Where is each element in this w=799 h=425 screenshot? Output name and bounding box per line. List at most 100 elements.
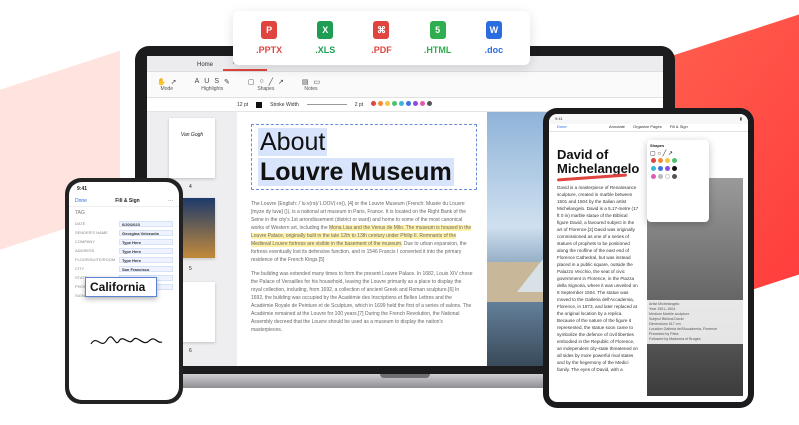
font-size-select[interactable]: 12 pt xyxy=(237,102,248,108)
ribbon-group-highlights[interactable]: A U S ✎ Highlights xyxy=(195,78,230,92)
format-label: .doc xyxy=(484,45,504,55)
tablet-body-text: David is a masterpiece of Renaissance sc… xyxy=(557,185,639,372)
title-textbox[interactable]: About Louvre Museum xyxy=(251,124,477,190)
tablet-time: 9:41 xyxy=(555,116,563,121)
doc-icon: W xyxy=(485,21,502,39)
line-icon[interactable]: ╱ xyxy=(269,78,273,86)
form-row: SENDER'S NAME Georgina Velezuela xyxy=(69,228,179,237)
title-line1: David of xyxy=(557,147,609,162)
arrow-icon[interactable]: ↗ xyxy=(278,78,284,86)
form-row: DATE 6/20/2023 xyxy=(69,219,179,228)
circle-icon[interactable]: ○ xyxy=(260,78,264,86)
phone-status-time: 9:41 xyxy=(77,186,88,192)
phone-tool[interactable]: TAG xyxy=(69,207,179,219)
ribbon-label-highlights: Highlights xyxy=(201,85,224,92)
format-doc[interactable]: W .doc xyxy=(469,21,519,55)
doc-title-line1: About xyxy=(258,128,328,156)
ribbon-group-mode[interactable]: ✋ ➚ Mode xyxy=(157,78,177,92)
comment-icon[interactable]: ▭ xyxy=(313,78,320,86)
tablet-doc-title: David of Michelangelo xyxy=(557,148,639,176)
form-field-input[interactable]: Type Here xyxy=(119,238,173,245)
form-field-label: ADDRESS xyxy=(75,248,95,253)
form-row: CITY San Francisco xyxy=(69,264,179,273)
tablet-screen: 9:41 ▮ Done Annotate Organize Pages Fill… xyxy=(549,114,748,402)
pen-icon[interactable]: ✎ xyxy=(224,78,230,86)
page-number: 4 xyxy=(189,184,192,190)
shape-colors[interactable] xyxy=(650,157,706,181)
form-field-input[interactable]: Type Here xyxy=(119,256,173,263)
more-icon[interactable]: ⋯ xyxy=(168,198,173,204)
ribbon-label-notes: Notes xyxy=(304,85,318,92)
form-field-input[interactable]: San Francisco xyxy=(119,265,173,272)
strikethrough-icon[interactable]: S xyxy=(214,78,219,86)
underline-icon[interactable]: U xyxy=(204,78,209,86)
format-label: .PDF xyxy=(371,45,392,55)
format-strip: P .PPTX X .XLS ⌘ .PDF 5 .HTML W .doc xyxy=(233,11,530,65)
tablet-tab-bar: Done Annotate Organize Pages Fill & Sign xyxy=(549,124,748,132)
form-field-label: COMPANY xyxy=(75,239,95,244)
infobox: Artist Michelangelo Year 1501–1504 Mediu… xyxy=(647,300,743,344)
phone-header: Done Fill & Sign ⋯ xyxy=(69,196,179,207)
ribbon: ✋ ➚ Mode A U S ✎ Highlights ▢ ○ ╱ ↗ Shapes ▤ ▭ N… xyxy=(147,72,663,98)
doc-title-line2: Louvre Museum xyxy=(258,158,454,186)
ribbon-group-notes[interactable]: ▤ ▭ Notes xyxy=(302,78,320,92)
tablet-tab-organize[interactable]: Organize Pages xyxy=(633,124,662,131)
shapes-panel[interactable]: Shapes ▢ ○ ╱ ↗ xyxy=(647,140,709,222)
ribbon-label-shapes: Shapes xyxy=(257,85,275,92)
ribbon-group-shapes[interactable]: ▢ ○ ╱ ↗ Shapes xyxy=(248,78,284,92)
shape-tools[interactable]: ▢ ○ ╱ ↗ xyxy=(650,150,706,157)
format-label: .XLS xyxy=(315,45,336,55)
tablet-status: 9:41 ▮ xyxy=(549,114,748,124)
format-label: .PPTX xyxy=(256,45,283,55)
form-field-label: SENDER'S NAME xyxy=(75,230,108,235)
cursor-icon[interactable]: ➚ xyxy=(171,78,177,86)
document-page: About Louvre Museum The Louvre (English:… xyxy=(237,112,487,366)
html-icon: 5 xyxy=(429,21,446,39)
laptop-notch xyxy=(380,374,430,378)
note-icon[interactable]: ▤ xyxy=(302,78,309,86)
pdf-icon: ⌘ xyxy=(373,21,390,39)
title-line2: Michelangelo xyxy=(557,161,640,176)
pptx-icon: P xyxy=(261,21,278,39)
color-swatch[interactable] xyxy=(256,101,263,108)
form-field-label: DATE xyxy=(75,221,86,226)
form-field-label: CITY xyxy=(75,266,85,271)
stroke-width-label: Stroke Width xyxy=(270,101,299,108)
page-thumbnail[interactable]: Van Gogh xyxy=(169,118,215,178)
format-xls[interactable]: X .XLS xyxy=(300,21,350,55)
hand-icon[interactable]: ✋ xyxy=(157,78,166,86)
done-button[interactable]: Done xyxy=(75,198,87,204)
ribbon-label-mode: Mode xyxy=(160,85,174,92)
color-palette[interactable] xyxy=(371,101,434,108)
format-pdf[interactable]: ⌘ .PDF xyxy=(356,21,406,55)
format-pptx[interactable]: P .PPTX xyxy=(244,21,294,55)
shapes-panel-title: Shapes xyxy=(650,143,665,148)
form-field-input[interactable]: 6/20/2023 xyxy=(119,220,173,227)
form-field-input[interactable]: Type Here xyxy=(119,247,173,254)
tablet: 9:41 ▮ Done Annotate Organize Pages Fill… xyxy=(543,108,754,408)
tablet-tab-fill-sign[interactable]: Fill & Sign xyxy=(670,124,688,131)
thumbnail-title: Van Gogh xyxy=(180,132,204,138)
stroke-width-value[interactable]: 2 pt xyxy=(355,102,363,108)
highlight-icon[interactable]: A xyxy=(195,78,200,86)
battery-icon: ▮ xyxy=(739,116,742,121)
stroke-width-slider[interactable] xyxy=(306,104,347,105)
format-label: .HTML xyxy=(423,45,452,55)
doc-paragraph-2: The building was extended many times to … xyxy=(251,271,473,333)
form-row: ADDRESS Type Here xyxy=(69,246,179,255)
form-row: FLOOR/SUITE/ROOM Type Here xyxy=(69,255,179,264)
page-number: 5 xyxy=(189,266,192,272)
xls-icon: X xyxy=(317,21,334,39)
form-field-input[interactable]: Georgina Velezuela xyxy=(119,229,173,236)
california-callout[interactable]: California xyxy=(85,277,157,297)
phone-title: Fill & Sign xyxy=(115,198,140,204)
tablet-tab-annotate[interactable]: Annotate xyxy=(609,124,625,131)
rectangle-icon[interactable]: ▢ xyxy=(248,78,255,86)
signature[interactable] xyxy=(89,332,164,352)
page-number: 6 xyxy=(189,348,192,354)
format-html[interactable]: 5 .HTML xyxy=(413,21,463,55)
form-field-label: FLOOR/SUITE/ROOM xyxy=(75,257,116,262)
tab-home[interactable]: Home xyxy=(187,62,223,71)
form-row: COMPANY Type Here xyxy=(69,237,179,246)
tablet-done-button[interactable]: Done xyxy=(557,124,567,129)
